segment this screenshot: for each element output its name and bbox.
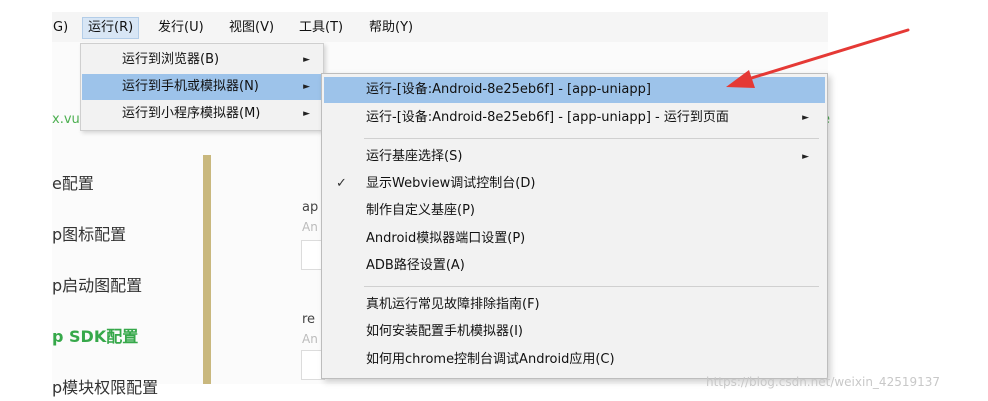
menu-tools[interactable]: 工具(T): [294, 17, 348, 39]
submenu-arrow-icon: ►: [303, 82, 310, 92]
device-menu-item-label: Android模拟器端口设置(P): [366, 231, 526, 246]
device-menu-item-label: 真机运行常见故障排除指南(F): [366, 297, 540, 312]
settings-item-splash[interactable]: p启动图配置: [52, 272, 142, 296]
submenu-arrow-icon: ►: [303, 55, 310, 65]
run-menu-item-label: 运行到浏览器(B): [122, 52, 220, 67]
settings-item-icon[interactable]: p图标配置: [52, 221, 126, 245]
run-menu-item-device[interactable]: 运行到手机或模拟器(N) ►: [82, 74, 322, 100]
menu-separator: [364, 138, 819, 139]
settings-item-sdk[interactable]: p SDK配置: [52, 323, 138, 347]
device-menu-item-adb-path[interactable]: ADB路径设置(A): [324, 253, 825, 279]
submenu-arrow-icon: ►: [802, 113, 809, 123]
menu-help[interactable]: 帮助(Y): [364, 17, 418, 39]
field-hint-re: An: [302, 332, 318, 346]
device-menu-item-label: 运行-[设备:Android-8e25eb6f] - [app-uniapp]: [366, 82, 651, 97]
device-menu-item-label: 显示Webview调试控制台(D): [366, 176, 536, 191]
menu-publish[interactable]: 发行(U): [153, 17, 209, 39]
device-menu-item-label: 制作自定义基座(P): [366, 203, 475, 218]
settings-item-permissions[interactable]: p模块权限配置: [52, 374, 158, 398]
device-menu-item-run[interactable]: 运行-[设备:Android-8e25eb6f] - [app-uniapp]: [324, 77, 825, 103]
device-menu-item-emulator-port[interactable]: Android模拟器端口设置(P): [324, 226, 825, 252]
device-menu-item-run-page[interactable]: 运行-[设备:Android-8e25eb6f] - [app-uniapp] …: [324, 105, 825, 131]
field-hint-ap: An: [302, 220, 318, 234]
submenu-arrow-icon: ►: [802, 152, 809, 162]
field-label-re: re: [302, 312, 316, 327]
device-menu-item-label: 如何用chrome控制台调试Android应用(C): [366, 352, 615, 367]
run-menu-item-browser[interactable]: 运行到浏览器(B) ►: [82, 47, 322, 73]
menu-partial[interactable]: G): [48, 17, 73, 39]
run-menu-item-label: 运行到小程序模拟器(M): [122, 106, 261, 121]
run-menu-item-label: 运行到手机或模拟器(N): [122, 79, 259, 94]
menu-run[interactable]: 运行(R): [82, 17, 140, 39]
checkmark-icon: ✓: [336, 176, 347, 191]
device-menu-item-webview-console[interactable]: ✓ 显示Webview调试控制台(D): [324, 171, 825, 197]
device-menu-item-chrome-debug[interactable]: 如何用chrome控制台调试Android应用(C): [324, 347, 825, 373]
device-menu-item-troubleshoot[interactable]: 真机运行常见故障排除指南(F): [324, 292, 825, 318]
menu-view[interactable]: 视图(V): [224, 17, 279, 39]
device-menu-item-install-emulator[interactable]: 如何安装配置手机模拟器(I): [324, 319, 825, 345]
settings-scrollbar[interactable]: [203, 155, 211, 384]
file-name-fragment: x.vu: [52, 112, 80, 127]
run-menu-item-miniprogram[interactable]: 运行到小程序模拟器(M) ►: [82, 101, 322, 127]
device-menu-item-label: ADB路径设置(A): [366, 258, 465, 273]
menu-bar: G) 运行(R) 发行(U) 视图(V) 工具(T) 帮助(Y): [52, 12, 828, 42]
device-submenu: 运行-[设备:Android-8e25eb6f] - [app-uniapp] …: [321, 73, 828, 379]
run-menu: 运行到浏览器(B) ► 运行到手机或模拟器(N) ► 运行到小程序模拟器(M) …: [80, 43, 324, 131]
device-menu-item-label: 运行-[设备:Android-8e25eb6f] - [app-uniapp] …: [366, 110, 729, 125]
watermark: https://blog.csdn.net/weixin_42519137: [706, 375, 941, 389]
device-menu-item-custom-base[interactable]: 制作自定义基座(P): [324, 198, 825, 224]
field-label-ap: ap: [302, 200, 319, 215]
settings-item-basic[interactable]: e配置: [52, 170, 94, 194]
submenu-arrow-icon: ►: [303, 109, 310, 119]
menu-separator: [364, 286, 819, 287]
device-menu-item-base-select[interactable]: 运行基座选择(S) ►: [324, 144, 825, 170]
device-menu-item-label: 如何安装配置手机模拟器(I): [366, 324, 523, 339]
device-menu-item-label: 运行基座选择(S): [366, 149, 463, 164]
